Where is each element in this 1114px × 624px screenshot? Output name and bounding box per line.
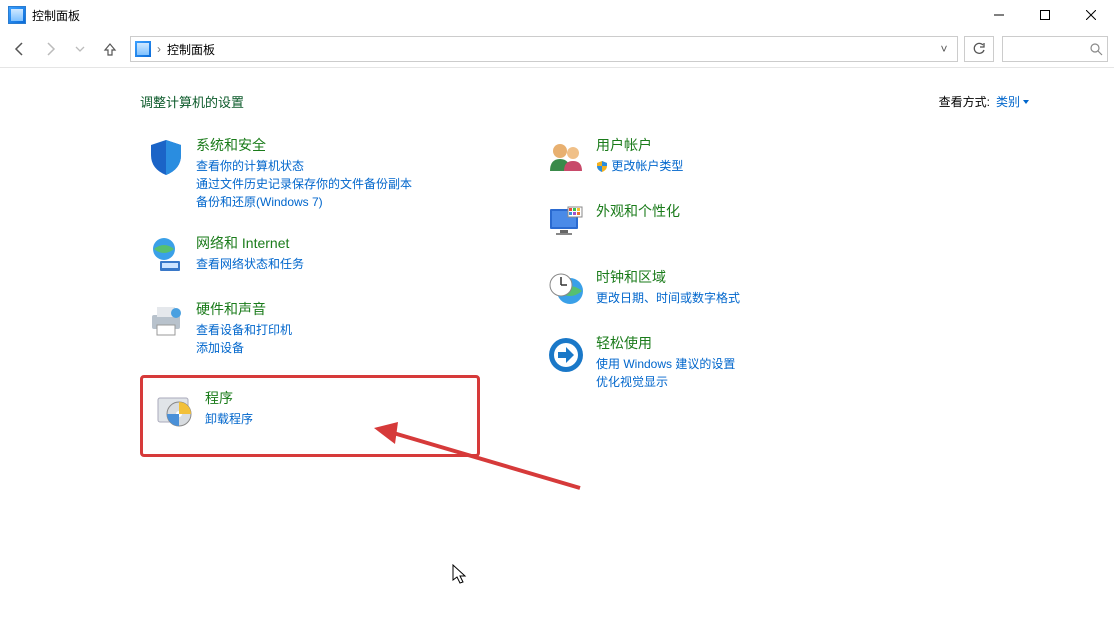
category-link[interactable]: 查看你的计算机状态 bbox=[196, 157, 412, 175]
forward-button[interactable] bbox=[36, 35, 64, 63]
category-columns: 系统和安全 查看你的计算机状态 通过文件历史记录保存你的文件备份副本 备份和还原… bbox=[140, 131, 1114, 457]
category-title[interactable]: 时钟和区域 bbox=[596, 267, 740, 287]
highlight-box: 程序 卸载程序 bbox=[140, 375, 480, 457]
category-link[interactable]: 更改日期、时间或数字格式 bbox=[596, 289, 740, 307]
refresh-button[interactable] bbox=[964, 36, 994, 62]
back-button[interactable] bbox=[6, 35, 34, 63]
view-by-label: 查看方式: bbox=[939, 93, 990, 110]
category-link[interactable]: 优化视觉显示 bbox=[596, 373, 735, 391]
category-title[interactable]: 外观和个性化 bbox=[596, 201, 680, 221]
left-column: 系统和安全 查看你的计算机状态 通过文件历史记录保存你的文件备份副本 备份和还原… bbox=[140, 131, 480, 457]
category-title[interactable]: 硬件和声音 bbox=[196, 299, 292, 319]
page-heading: 调整计算机的设置 bbox=[140, 92, 244, 111]
category-title[interactable]: 用户帐户 bbox=[596, 135, 683, 155]
content-area: 调整计算机的设置 查看方式: 类别 系统和安全 查看你的计算机状态 通过文件历史… bbox=[0, 68, 1114, 457]
globe-network-icon bbox=[144, 233, 188, 277]
category-link[interactable]: 卸载程序 bbox=[205, 410, 253, 428]
maximize-button[interactable] bbox=[1022, 0, 1068, 30]
close-button[interactable] bbox=[1068, 0, 1114, 30]
appearance-monitor-icon bbox=[544, 201, 588, 245]
category-title[interactable]: 网络和 Internet bbox=[196, 233, 304, 253]
search-input[interactable] bbox=[1003, 42, 1091, 56]
category-link[interactable]: 通过文件历史记录保存你的文件备份副本 bbox=[196, 175, 412, 193]
category-link[interactable]: 查看设备和打印机 bbox=[196, 321, 292, 339]
category-network-internet[interactable]: 网络和 Internet 查看网络状态和任务 bbox=[140, 229, 480, 281]
view-by-dropdown[interactable]: 类别 bbox=[996, 93, 1030, 110]
category-link[interactable]: 添加设备 bbox=[196, 339, 292, 357]
control-panel-icon bbox=[8, 6, 26, 24]
user-accounts-icon bbox=[544, 135, 588, 179]
category-link[interactable]: 更改帐户类型 bbox=[596, 157, 683, 175]
control-panel-icon bbox=[135, 41, 151, 57]
search-box[interactable] bbox=[1002, 36, 1108, 62]
view-by-value: 类别 bbox=[996, 93, 1020, 110]
category-ease-of-access[interactable]: 轻松使用 使用 Windows 建议的设置 优化视觉显示 bbox=[540, 329, 880, 395]
category-title[interactable]: 程序 bbox=[205, 388, 253, 408]
ease-of-access-icon bbox=[544, 333, 588, 377]
clock-globe-icon bbox=[544, 267, 588, 311]
category-title[interactable]: 轻松使用 bbox=[596, 333, 735, 353]
view-by: 查看方式: 类别 bbox=[939, 93, 1030, 110]
category-link[interactable]: 备份和还原(Windows 7) bbox=[196, 193, 412, 211]
toolbar: › 控制面板 ˅ bbox=[0, 31, 1114, 68]
category-link[interactable]: 查看网络状态和任务 bbox=[196, 255, 304, 273]
printer-icon bbox=[144, 299, 188, 343]
mouse-cursor-icon bbox=[452, 564, 470, 586]
breadcrumb-separator-icon: › bbox=[157, 42, 161, 56]
window-buttons bbox=[976, 0, 1114, 30]
window-title: 控制面板 bbox=[32, 7, 80, 24]
category-hardware-sound[interactable]: 硬件和声音 查看设备和打印机 添加设备 bbox=[140, 295, 480, 361]
address-bar[interactable]: › 控制面板 ˅ bbox=[130, 36, 958, 62]
category-system-security[interactable]: 系统和安全 查看你的计算机状态 通过文件历史记录保存你的文件备份副本 备份和还原… bbox=[140, 131, 480, 215]
uac-shield-icon bbox=[596, 160, 608, 172]
category-programs[interactable]: 程序 卸载程序 bbox=[149, 384, 471, 436]
right-column: 用户帐户 更改帐户类型 外观和个性化 bbox=[540, 131, 880, 457]
up-button[interactable] bbox=[96, 35, 124, 63]
category-title[interactable]: 系统和安全 bbox=[196, 135, 412, 155]
category-appearance[interactable]: 外观和个性化 bbox=[540, 197, 880, 249]
shield-icon bbox=[144, 135, 188, 179]
content-header: 调整计算机的设置 查看方式: 类别 bbox=[140, 92, 1030, 111]
breadcrumb-location[interactable]: 控制面板 bbox=[167, 41, 215, 58]
category-clock-region[interactable]: 时钟和区域 更改日期、时间或数字格式 bbox=[540, 263, 880, 315]
category-link[interactable]: 使用 Windows 建议的设置 bbox=[596, 355, 735, 373]
category-user-accounts[interactable]: 用户帐户 更改帐户类型 bbox=[540, 131, 880, 183]
recent-dropdown[interactable] bbox=[66, 35, 94, 63]
minimize-button[interactable] bbox=[976, 0, 1022, 30]
programs-disc-icon bbox=[153, 388, 197, 432]
title-bar: 控制面板 bbox=[0, 0, 1114, 31]
address-dropdown-icon[interactable]: ˅ bbox=[935, 42, 953, 56]
chevron-down-icon bbox=[1022, 98, 1030, 106]
search-icon bbox=[1090, 43, 1103, 56]
